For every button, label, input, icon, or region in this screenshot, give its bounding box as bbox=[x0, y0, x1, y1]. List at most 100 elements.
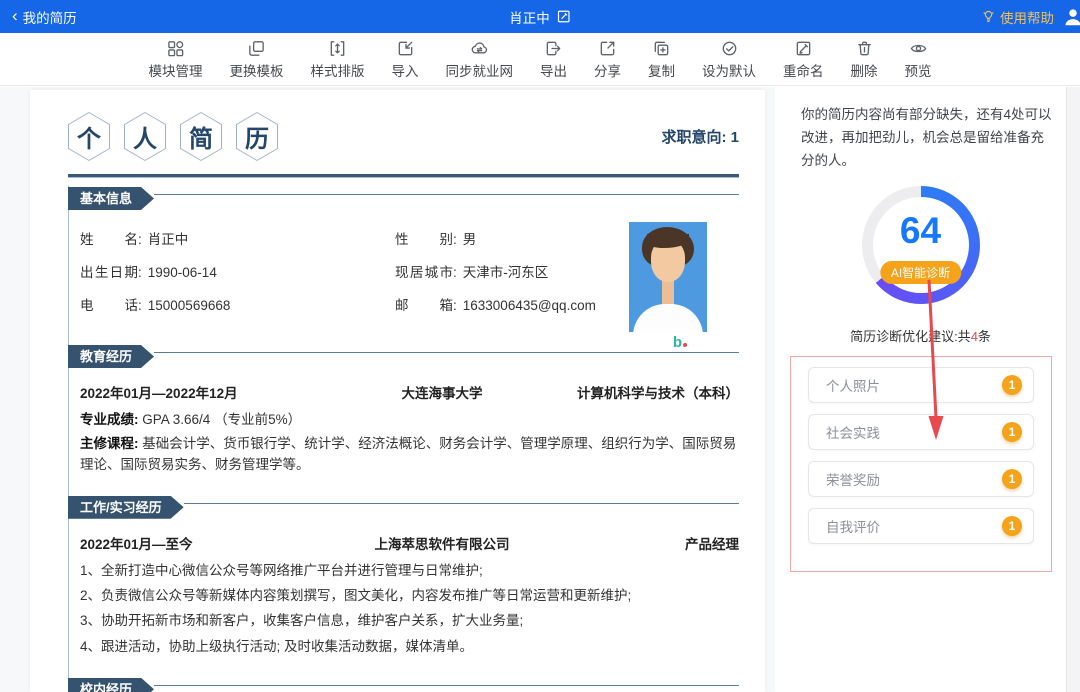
import-icon bbox=[396, 39, 415, 58]
section-education-header[interactable]: 教育经历 bbox=[68, 345, 739, 368]
edit-title-icon[interactable] bbox=[556, 9, 571, 24]
section-rule bbox=[184, 503, 739, 504]
logo-hexagon: 人 bbox=[124, 112, 166, 161]
field-phone: 电话:15000569668 bbox=[80, 294, 395, 314]
toolbar-export[interactable]: 导出 bbox=[540, 39, 567, 80]
ai-diagnosis-badge[interactable]: AI智能诊断 bbox=[880, 261, 961, 284]
doc-title: 肖正中 bbox=[509, 7, 550, 27]
scrollbar-track[interactable] bbox=[1066, 87, 1080, 692]
copy-icon bbox=[652, 39, 671, 58]
toolbar-rename[interactable]: 重命名 bbox=[783, 39, 824, 80]
suggestion-item-photo[interactable]: 个人照片 1 bbox=[808, 367, 1034, 403]
toolbar-label: 预览 bbox=[905, 60, 932, 80]
back-nav[interactable]: ‹ 我的简历 bbox=[12, 7, 77, 27]
suggestion-item-social-practice[interactable]: 社会实践 1 bbox=[808, 414, 1034, 450]
toolbar-label: 分享 bbox=[594, 60, 621, 80]
section-work-header[interactable]: 工作/实习经历 bbox=[68, 496, 739, 519]
suggestion-count: 4 bbox=[971, 329, 978, 344]
main-area: 个 人 简 历 求职意向: 1 基本信息 姓名:肖正中 性别:男 bbox=[0, 87, 1080, 692]
count-badge: 1 bbox=[1002, 422, 1022, 442]
suggestion-summary: 简历诊断优化建议:共4条 bbox=[775, 326, 1066, 345]
help-label: 使用帮助 bbox=[1000, 7, 1054, 27]
section-banner: 教育经历 bbox=[68, 345, 154, 368]
work-bullet: 1、全新打造中心微信公众号等网络推广平台并进行管理与日常维护; bbox=[68, 553, 739, 581]
edu-gpa-line: 专业成绩: GPA 3.66/4 （专业前5%） bbox=[68, 402, 739, 430]
export-icon bbox=[544, 39, 563, 58]
suggestion-label: 社会实践 bbox=[826, 422, 880, 442]
field-city: 现居城市:天津市-河东区 bbox=[395, 261, 655, 281]
score-donut-wrap: 64 AI智能诊断 bbox=[775, 186, 1066, 304]
profile-photo[interactable] bbox=[629, 222, 707, 332]
edu-courses-line: 主修课程: 基础会计学、货币银行学、统计学、经济法概论、财务会计学、管理学原理、… bbox=[68, 430, 739, 475]
section-rule bbox=[154, 685, 739, 686]
logo-hexagon: 历 bbox=[236, 112, 278, 161]
suggestion-label: 自我评价 bbox=[826, 516, 880, 536]
section-basic-info-header[interactable]: 基本信息 bbox=[68, 187, 739, 210]
logo-hexagon: 个 bbox=[68, 112, 110, 161]
logo-hexagon: 简 bbox=[180, 112, 222, 161]
education-body[interactable]: 2022年01月—2022年12月 大连海事大学 计算机科学与技术（本科） 专业… bbox=[68, 368, 739, 487]
work-body[interactable]: 2022年01月—至今 上海萃思软件有限公司 产品经理 1、全新打造中心微信公众… bbox=[68, 519, 739, 669]
rename-icon bbox=[794, 39, 813, 58]
diagnosis-panel: 你的简历内容尚有部分缺失，还有4处可以改进，再加把劲儿，机会总是留给准备充分的人… bbox=[775, 87, 1066, 692]
user-avatar-icon[interactable] bbox=[1062, 6, 1080, 28]
toolbar-share[interactable]: 分享 bbox=[594, 39, 621, 80]
lightbulb-icon bbox=[981, 9, 996, 24]
toolbar-sync-employment[interactable]: 同步就业网 bbox=[446, 39, 514, 80]
toolbar: 模块管理 更换模板 样式排版 导入 同步就业网 bbox=[0, 33, 1080, 86]
basic-info-body[interactable]: 姓名:肖正中 性别:男 出生日期:1990-06-14 现居城市:天津市-河东区… bbox=[68, 210, 739, 336]
diagnosis-intro-text: 你的简历内容尚有部分缺失，还有4处可以改进，再加把劲儿，机会总是留给准备充分的人… bbox=[801, 103, 1054, 173]
suggestion-item-self-evaluation[interactable]: 自我评价 1 bbox=[808, 508, 1034, 544]
toolbar-import[interactable]: 导入 bbox=[392, 39, 419, 80]
toolbar-label: 导入 bbox=[392, 60, 419, 80]
field-gender: 性别:男 bbox=[395, 228, 655, 248]
toolbar-label: 删除 bbox=[851, 60, 878, 80]
resume-logo: 个 人 简 历 bbox=[68, 112, 278, 161]
header-divider bbox=[68, 174, 739, 178]
work-bullet: 3、协助开拓新市场和新客户，收集客户信息，维护客户关系，扩大业务量; bbox=[68, 606, 739, 631]
toolbar-style-layout[interactable]: 样式排版 bbox=[311, 39, 365, 80]
suggestion-item-honors[interactable]: 荣誉奖励 1 bbox=[808, 461, 1034, 497]
change-template-icon bbox=[247, 39, 266, 58]
toolbar-delete[interactable]: 删除 bbox=[851, 39, 878, 80]
resume-editor-app: ‹ 我的简历 肖正中 使用帮助 bbox=[0, 0, 1080, 692]
field-name: 姓名:肖正中 bbox=[80, 228, 395, 248]
section-rule bbox=[154, 194, 739, 195]
work-bullet: 2、负责微信公众号等新媒体内容策划撰写，图文美化，内容发布推广等日常运营和更新维… bbox=[68, 581, 739, 606]
work-bullet: 4、跟进活动，协助上级执行活动; 及时收集活动数据，媒体清单。 bbox=[68, 632, 739, 657]
section-banner: 工作/实习经历 bbox=[68, 496, 184, 519]
work-period: 2022年01月—至今 bbox=[80, 533, 335, 553]
work-role: 产品经理 bbox=[549, 533, 739, 553]
resume-preview: 个 人 简 历 求职意向: 1 基本信息 姓名:肖正中 性别:男 bbox=[30, 90, 765, 692]
topbar-right: 使用帮助 bbox=[981, 6, 1068, 28]
section-banner: 校内经历 bbox=[68, 678, 154, 692]
edu-period: 2022年01月—2022年12月 bbox=[80, 382, 335, 402]
share-icon bbox=[598, 39, 617, 58]
help-link[interactable]: 使用帮助 bbox=[981, 7, 1054, 27]
section-campus-header[interactable]: 校内经历 bbox=[68, 678, 739, 692]
field-birthdate: 出生日期:1990-06-14 bbox=[80, 261, 395, 281]
toolbar-change-template[interactable]: 更换模板 bbox=[230, 39, 284, 80]
edu-major: 计算机科学与技术（本科） bbox=[549, 382, 739, 402]
resume-header: 个 人 简 历 求职意向: 1 bbox=[68, 90, 739, 161]
edu-school: 大连海事大学 bbox=[335, 382, 549, 402]
toolbar-preview[interactable]: 预览 bbox=[905, 39, 932, 80]
toolbar-label: 复制 bbox=[648, 60, 675, 80]
toolbar-copy[interactable]: 复制 bbox=[648, 39, 675, 80]
toolbar-set-default[interactable]: 设为默认 bbox=[702, 39, 756, 80]
count-badge: 1 bbox=[1002, 469, 1022, 489]
section-rule bbox=[154, 352, 739, 353]
toolbar-label: 同步就业网 bbox=[446, 60, 514, 80]
toolbar-module-manage[interactable]: 模块管理 bbox=[149, 39, 203, 80]
toolbar-label: 导出 bbox=[540, 60, 567, 80]
sync-employment-icon bbox=[470, 39, 489, 58]
job-intent[interactable]: 求职意向: 1 bbox=[661, 126, 739, 147]
section-banner: 基本信息 bbox=[68, 187, 154, 210]
suggestion-label: 个人照片 bbox=[826, 375, 880, 395]
work-company: 上海萃思软件有限公司 bbox=[335, 533, 549, 553]
toolbar-label: 重命名 bbox=[783, 60, 824, 80]
count-badge: 1 bbox=[1002, 516, 1022, 536]
suggestion-label: 荣誉奖励 bbox=[826, 469, 880, 489]
module-manage-icon bbox=[166, 39, 185, 58]
set-default-icon bbox=[720, 39, 739, 58]
